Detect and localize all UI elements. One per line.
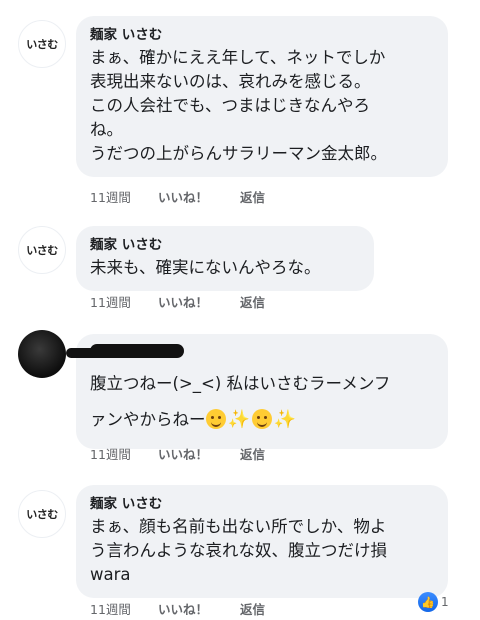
comment-text-line: うだつの上がらんサラリーマン金太郎。 — [90, 144, 387, 163]
avatar-logo: いさむ — [26, 244, 58, 257]
comment-bubble: 麺家 いさむ まぁ、確かにええ年して、ネットでしか 表現出来ないのは、哀れみを感… — [76, 16, 448, 177]
reply-button[interactable]: 返信 — [240, 444, 265, 463]
comment-actions: 11週間 いいね！ 返信 — [90, 444, 265, 463]
comment-bubble: 麺家 いさむ まぁ、顔も名前も出ない所でしか、物よ う言わんような哀れな奴、腹立… — [76, 485, 448, 598]
comment-author[interactable]: 麺家 いさむ — [90, 236, 360, 254]
smiling-face-emoji-icon — [205, 409, 226, 429]
comment-text-line: ね。 — [90, 120, 123, 139]
comment-text-line: 表現出来ないのは、哀れみを感じる。 — [90, 72, 371, 91]
comment-actions: 11週間 いいね！ 返信 — [90, 292, 265, 311]
smiling-face-emoji-icon — [251, 409, 272, 429]
avatar[interactable] — [18, 330, 66, 378]
comment-actions: 11週間 いいね！ 返信 — [90, 599, 265, 618]
comment-bubble: 腹立つねー(>_<) 私はいさむラーメンフ ァンやからねー ✨ ✨ — [76, 334, 448, 449]
comment-timestamp[interactable]: 11週間 — [90, 292, 158, 311]
avatar[interactable]: いさむ — [18, 20, 66, 68]
comment-actions: 11週間 いいね！ 返信 — [90, 187, 265, 206]
avatar-logo: いさむ — [26, 508, 58, 521]
comment-text-line: 腹立つねー(>_<) 私はいさむラーメンフ — [90, 374, 391, 393]
comment-text-line: この人会社でも、つまはじきなんやろ — [90, 96, 371, 115]
sparkles-emoji-icon: ✨ — [273, 409, 297, 430]
comment-timestamp[interactable]: 11週間 — [90, 444, 158, 463]
reply-button[interactable]: 返信 — [240, 187, 265, 206]
comment-author[interactable]: 麺家 いさむ — [90, 495, 434, 513]
avatar-logo: いさむ — [26, 38, 58, 51]
comment-text-line: ァンやからねー ✨ ✨ — [90, 402, 434, 438]
like-button[interactable]: いいね！ — [158, 187, 240, 206]
reaction-summary[interactable]: 👍 1 — [418, 592, 449, 612]
comment-author[interactable]: 麺家 いさむ — [90, 26, 434, 44]
reply-button[interactable]: 返信 — [240, 292, 265, 311]
sparkles-emoji-icon: ✨ — [227, 409, 250, 430]
comment-text-line: まぁ、顔も名前も出ない所でしか、物よ — [90, 517, 387, 536]
comment-text-line: まぁ、確かにええ年して、ネットでしか — [90, 48, 386, 67]
avatar[interactable]: いさむ — [18, 226, 66, 274]
comment-text-line: 未来も、確実にないんやろな。 — [90, 258, 321, 277]
comment-text-line: wara — [90, 565, 131, 584]
comment-text-segment: ァンやからねー — [90, 410, 206, 429]
like-button[interactable]: いいね！ — [158, 599, 240, 618]
comment-timestamp[interactable]: 11週間 — [90, 599, 158, 618]
comment-bubble: 麺家 いさむ 未来も、確実にないんやろな。 — [76, 226, 374, 291]
redacted-author-name — [90, 344, 184, 358]
like-button[interactable]: いいね！ — [158, 292, 240, 311]
comment-timestamp[interactable]: 11週間 — [90, 187, 158, 206]
thumbs-up-icon: 👍 — [418, 592, 438, 612]
like-button[interactable]: いいね！ — [158, 444, 240, 463]
reply-button[interactable]: 返信 — [240, 599, 265, 618]
reaction-count: 1 — [441, 595, 449, 609]
comment-text-line: う言わんような哀れな奴、腹立つだけ損 — [90, 541, 387, 560]
avatar[interactable]: いさむ — [18, 490, 66, 538]
